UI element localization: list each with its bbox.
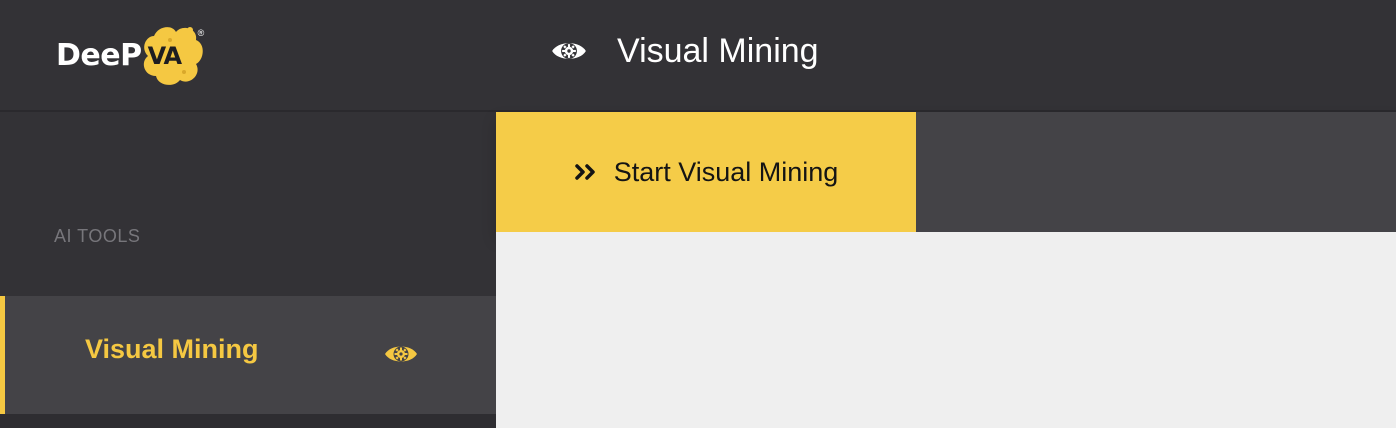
logo-text: DeeP: [56, 37, 142, 73]
page-title: Visual Mining: [617, 32, 819, 70]
sidebar-item-visual-mining[interactable]: Visual Mining: [0, 296, 496, 414]
page-header: Visual Mining: [496, 0, 1396, 112]
eye-gear-icon: [550, 32, 588, 70]
logo-registered-mark: ®: [197, 28, 205, 38]
section-label-ai-tools: AI TOOLS: [54, 226, 141, 246]
deepva-logo[interactable]: DeeP VA ®: [56, 20, 236, 90]
logo-blob-icon: VA ®: [140, 22, 206, 88]
sidebar-header: DeeP VA ®: [0, 0, 496, 112]
logo-suffix: VA: [147, 42, 183, 70]
eye-gear-icon: [383, 336, 419, 372]
action-toolbar: Start Visual Mining: [496, 112, 1396, 232]
start-visual-mining-button[interactable]: Start Visual Mining: [496, 112, 916, 232]
sidebar-footer: [0, 414, 496, 428]
double-chevron-right-icon: [574, 162, 598, 182]
start-button-label: Start Visual Mining: [613, 156, 839, 187]
sidebar: DeeP VA ® AI TOOLS Visual Mining: [0, 0, 496, 428]
sidebar-item-label: Visual Mining: [85, 334, 259, 364]
main-content-area: [496, 232, 1396, 428]
